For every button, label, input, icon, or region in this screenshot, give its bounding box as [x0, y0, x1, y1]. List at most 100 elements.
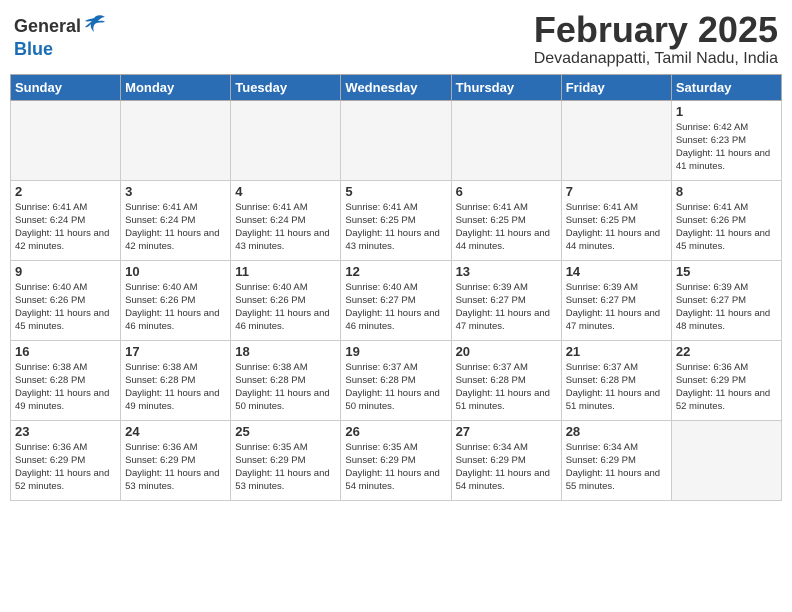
- day-info: Sunrise: 6:41 AMSunset: 6:25 PMDaylight:…: [456, 201, 557, 254]
- title-block: February 2025 Devadanappatti, Tamil Nadu…: [534, 10, 778, 68]
- day-info: Sunrise: 6:39 AMSunset: 6:27 PMDaylight:…: [676, 281, 777, 334]
- location-title: Devadanappatti, Tamil Nadu, India: [534, 50, 778, 68]
- day-info: Sunrise: 6:39 AMSunset: 6:27 PMDaylight:…: [566, 281, 667, 334]
- day-number: 25: [235, 424, 336, 439]
- day-info: Sunrise: 6:35 AMSunset: 6:29 PMDaylight:…: [235, 441, 336, 494]
- day-number: 21: [566, 344, 667, 359]
- day-number: 18: [235, 344, 336, 359]
- day-info: Sunrise: 6:39 AMSunset: 6:27 PMDaylight:…: [456, 281, 557, 334]
- day-number: 7: [566, 184, 667, 199]
- day-number: 28: [566, 424, 667, 439]
- day-info: Sunrise: 6:36 AMSunset: 6:29 PMDaylight:…: [676, 361, 777, 414]
- calendar-cell: 18Sunrise: 6:38 AMSunset: 6:28 PMDayligh…: [231, 340, 341, 420]
- calendar-cell: 20 Sunrise: 6:37 AMSunset: 6:28 PMDayligh…: [451, 340, 561, 420]
- week-row-1: 1 Sunrise: 6:42 AMSunset: 6:23 PMDaylight…: [11, 100, 782, 180]
- day-number: 5: [345, 184, 446, 199]
- calendar-cell: 19 Sunrise: 6:37 AMSunset: 6:28 PMDayligh…: [341, 340, 451, 420]
- day-number: 20: [456, 344, 557, 359]
- calendar-cell: 2 Sunrise: 6:41 AMSunset: 6:24 PMDaylight…: [11, 180, 121, 260]
- calendar-cell: 12 Sunrise: 6:40 AMSunset: 6:27 PMDayligh…: [341, 260, 451, 340]
- day-info: Sunrise: 6:37 AMSunset: 6:28 PMDaylight:…: [456, 361, 557, 414]
- day-number: 22: [676, 344, 777, 359]
- page-header: General Blue February 2025 Devadanappatt…: [10, 10, 782, 68]
- day-number: 12: [345, 264, 446, 279]
- week-row-5: 23 Sunrise: 6:36 AMSunset: 6:29 PMDayligh…: [11, 420, 782, 500]
- day-number: 24: [125, 424, 226, 439]
- day-info: Sunrise: 6:41 AMSunset: 6:24 PMDaylight:…: [235, 201, 336, 254]
- calendar-cell: 21Sunrise: 6:37 AMSunset: 6:28 PMDayligh…: [561, 340, 671, 420]
- calendar-cell: [671, 420, 781, 500]
- month-title: February 2025: [534, 10, 778, 50]
- calendar-cell: 28 Sunrise: 6:34 AMSunset: 6:29 PMDayligh…: [561, 420, 671, 500]
- day-number: 23: [15, 424, 116, 439]
- calendar-cell: 11 Sunrise: 6:40 AMSunset: 6:26 PMDayligh…: [231, 260, 341, 340]
- day-number: 2: [15, 184, 116, 199]
- day-number: 15: [676, 264, 777, 279]
- calendar-cell: 24Sunrise: 6:36 AMSunset: 6:29 PMDayligh…: [121, 420, 231, 500]
- calendar-cell: [11, 100, 121, 180]
- day-number: 26: [345, 424, 446, 439]
- logo: General Blue: [14, 10, 105, 60]
- day-info: Sunrise: 6:38 AMSunset: 6:28 PMDaylight:…: [125, 361, 226, 414]
- week-row-3: 9 Sunrise: 6:40 AMSunset: 6:26 PMDaylight…: [11, 260, 782, 340]
- calendar-cell: 6 Sunrise: 6:41 AMSunset: 6:25 PMDaylight…: [451, 180, 561, 260]
- calendar-cell: 3 Sunrise: 6:41 AMSunset: 6:24 PMDaylight…: [121, 180, 231, 260]
- calendar-cell: [121, 100, 231, 180]
- day-number: 3: [125, 184, 226, 199]
- day-number: 1: [676, 104, 777, 119]
- logo-blue: Blue: [14, 39, 53, 60]
- weekday-header-thursday: Thursday: [451, 74, 561, 100]
- logo-general: General: [14, 16, 81, 37]
- day-number: 6: [456, 184, 557, 199]
- day-number: 9: [15, 264, 116, 279]
- calendar-cell: 10Sunrise: 6:40 AMSunset: 6:26 PMDayligh…: [121, 260, 231, 340]
- day-info: Sunrise: 6:41 AMSunset: 6:26 PMDaylight:…: [676, 201, 777, 254]
- day-number: 4: [235, 184, 336, 199]
- calendar-cell: 14 Sunrise: 6:39 AMSunset: 6:27 PMDayligh…: [561, 260, 671, 340]
- day-info: Sunrise: 6:41 AMSunset: 6:24 PMDaylight:…: [15, 201, 116, 254]
- calendar-cell: 5Sunrise: 6:41 AMSunset: 6:25 PMDaylight…: [341, 180, 451, 260]
- weekday-header-saturday: Saturday: [671, 74, 781, 100]
- day-info: Sunrise: 6:40 AMSunset: 6:27 PMDaylight:…: [345, 281, 446, 334]
- weekday-header-friday: Friday: [561, 74, 671, 100]
- calendar-cell: [451, 100, 561, 180]
- day-number: 11: [235, 264, 336, 279]
- calendar-cell: [341, 100, 451, 180]
- calendar-cell: 7 Sunrise: 6:41 AMSunset: 6:25 PMDaylight…: [561, 180, 671, 260]
- day-info: Sunrise: 6:42 AMSunset: 6:23 PMDaylight:…: [676, 121, 777, 174]
- day-info: Sunrise: 6:41 AMSunset: 6:24 PMDaylight:…: [125, 201, 226, 254]
- day-number: 27: [456, 424, 557, 439]
- calendar-cell: 15 Sunrise: 6:39 AMSunset: 6:27 PMDayligh…: [671, 260, 781, 340]
- day-info: Sunrise: 6:34 AMSunset: 6:29 PMDaylight:…: [566, 441, 667, 494]
- day-info: Sunrise: 6:40 AMSunset: 6:26 PMDaylight:…: [235, 281, 336, 334]
- weekday-header-wednesday: Wednesday: [341, 74, 451, 100]
- week-row-2: 2 Sunrise: 6:41 AMSunset: 6:24 PMDaylight…: [11, 180, 782, 260]
- day-number: 17: [125, 344, 226, 359]
- day-info: Sunrise: 6:37 AMSunset: 6:28 PMDaylight:…: [345, 361, 446, 414]
- calendar-cell: 23 Sunrise: 6:36 AMSunset: 6:29 PMDayligh…: [11, 420, 121, 500]
- day-number: 19: [345, 344, 446, 359]
- day-number: 13: [456, 264, 557, 279]
- calendar-cell: 9 Sunrise: 6:40 AMSunset: 6:26 PMDaylight…: [11, 260, 121, 340]
- calendar-cell: 26Sunrise: 6:35 AMSunset: 6:29 PMDayligh…: [341, 420, 451, 500]
- weekday-header-sunday: Sunday: [11, 74, 121, 100]
- day-info: Sunrise: 6:40 AMSunset: 6:26 PMDaylight:…: [125, 281, 226, 334]
- day-info: Sunrise: 6:36 AMSunset: 6:29 PMDaylight:…: [15, 441, 116, 494]
- week-row-4: 16Sunrise: 6:38 AMSunset: 6:28 PMDayligh…: [11, 340, 782, 420]
- weekday-header-monday: Monday: [121, 74, 231, 100]
- calendar-cell: 22 Sunrise: 6:36 AMSunset: 6:29 PMDayligh…: [671, 340, 781, 420]
- day-info: Sunrise: 6:41 AMSunset: 6:25 PMDaylight:…: [566, 201, 667, 254]
- logo-bird-icon: [83, 14, 105, 39]
- day-number: 14: [566, 264, 667, 279]
- calendar-cell: 16Sunrise: 6:38 AMSunset: 6:28 PMDayligh…: [11, 340, 121, 420]
- calendar-cell: 1 Sunrise: 6:42 AMSunset: 6:23 PMDaylight…: [671, 100, 781, 180]
- calendar-cell: 4 Sunrise: 6:41 AMSunset: 6:24 PMDaylight…: [231, 180, 341, 260]
- calendar-cell: [231, 100, 341, 180]
- weekday-header-tuesday: Tuesday: [231, 74, 341, 100]
- calendar-table: SundayMondayTuesdayWednesdayThursdayFrid…: [10, 74, 782, 501]
- day-number: 8: [676, 184, 777, 199]
- day-info: Sunrise: 6:34 AMSunset: 6:29 PMDaylight:…: [456, 441, 557, 494]
- calendar-cell: 13 Sunrise: 6:39 AMSunset: 6:27 PMDayligh…: [451, 260, 561, 340]
- day-info: Sunrise: 6:38 AMSunset: 6:28 PMDaylight:…: [15, 361, 116, 414]
- day-info: Sunrise: 6:40 AMSunset: 6:26 PMDaylight:…: [15, 281, 116, 334]
